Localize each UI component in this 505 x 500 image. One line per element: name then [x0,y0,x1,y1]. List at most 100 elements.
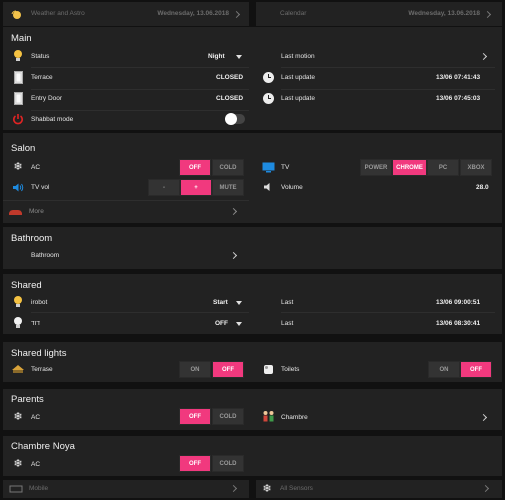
caret-down-icon [236,55,242,59]
last-update-label: Last update [281,95,315,102]
chevron-right-icon [483,10,492,19]
tv-xbox-button[interactable]: XBOX [460,159,492,176]
bulb-icon [11,49,25,63]
terrase-on-button[interactable]: ON [179,361,211,378]
tv-vol-label: TV vol [31,184,50,191]
ac-label: AC [31,461,41,468]
volume-up-button[interactable]: + [180,179,212,196]
tv-power-button[interactable]: POWER [360,159,392,176]
terrace-lamp-icon [9,362,27,376]
clock-icon [261,70,275,84]
ac-cold-button[interactable]: COLD [212,408,244,425]
toilets-label: Toilets [281,366,300,373]
irobot-label: irobot [31,299,48,306]
tv-label: TV [281,164,290,171]
volume-value: 28.0 [476,184,489,191]
shared-card: Shared irobot Start דוד OFF Last 13/06 0… [3,274,502,334]
caret-down-icon [236,322,242,326]
toilet-paper-icon [261,362,275,376]
ac-off-button[interactable]: OFF [179,408,211,425]
parents-card: Parents ❄ AC OFF COLD Chambre [3,389,502,430]
last-label: Last [281,299,294,306]
salon-title: Salon [11,143,36,154]
shared-lights-title: Shared lights [11,348,67,359]
salon-card: Salon ❄ AC OFF COLD TV vol - + MUTE TV P… [3,133,502,223]
last-update-label: Last update [281,74,315,81]
chevron-right-icon[interactable] [229,207,238,216]
caret-down-icon [236,301,242,305]
volume-label: Volume [281,184,303,191]
terrace-label: Terrace [31,74,53,81]
chambre-label[interactable]: Chambre [281,414,308,421]
chambre-noya-title: Chambre Noya [11,441,75,452]
door-icon [12,91,24,105]
main-title: Main [11,33,32,44]
shabbat-label: Shabbat mode [31,116,74,123]
terrase-label: Terrase [31,366,53,373]
bathroom-item[interactable]: Bathroom [31,252,59,259]
all-sensors-card[interactable]: ❄ All Sensors [256,480,502,498]
bathroom-card: Bathroom Bathroom [3,227,502,269]
boiler-select[interactable]: OFF [215,320,228,327]
calendar-card[interactable]: Calendar Wednesday, 13.06.2018 [256,2,502,26]
power-icon [11,112,25,126]
volume-icon [11,180,25,194]
snowflake-icon: ❄ [262,482,272,495]
last-label: Last [281,320,294,327]
chevron-right-icon [229,484,238,493]
chevron-right-icon[interactable] [229,251,238,260]
entry-door-status: CLOSED [216,95,244,102]
status-select[interactable]: Night [208,53,225,60]
tv-icon [261,160,275,174]
ac-cold-button[interactable]: COLD [212,159,244,176]
last-update-value: 13/06 07:41:43 [436,74,481,81]
ac-label: AC [31,414,41,421]
ac-label: AC [31,164,41,171]
mute-button[interactable]: MUTE [212,179,244,196]
chambre-noya-card: Chambre Noya ❄ AC OFF COLD [3,436,502,476]
toggle-knob [225,113,237,125]
tv-chrome-button[interactable]: CHROME [392,159,427,176]
irobot-select[interactable]: Start [213,299,228,306]
ac-cold-button[interactable]: COLD [212,455,244,472]
mobile-icon [9,483,23,495]
entry-door-label: Entry Door [31,95,63,102]
more-link[interactable]: More [29,208,44,215]
parents-title: Parents [11,394,44,405]
tv-pc-button[interactable]: PC [427,159,459,176]
terrace-status: CLOSED [216,74,244,81]
last-value: 13/06 08:30:41 [436,320,481,327]
snowflake-icon: ❄ [13,457,23,470]
all-sensors-link[interactable]: All Sensors [280,485,313,492]
chevron-right-icon [232,10,241,19]
calendar-title: Calendar [280,10,307,17]
bulb-icon [11,316,25,330]
boiler-label: דוד [31,320,40,327]
weather-card[interactable]: Weather and Astro Wednesday, 13.06.2018 [3,2,249,26]
terrase-off-button[interactable]: OFF [212,361,244,378]
chevron-right-icon[interactable] [479,52,488,61]
weather-date: Wednesday, 13.06.2018 [157,10,229,17]
weather-title: Weather and Astro [31,10,85,17]
couple-icon [260,409,276,423]
toilets-on-button[interactable]: ON [428,361,460,378]
chevron-right-icon[interactable] [479,413,488,422]
ac-off-button[interactable]: OFF [179,159,211,176]
volume-down-button[interactable]: - [148,179,180,196]
toilets-off-button[interactable]: OFF [460,361,492,378]
calendar-date: Wednesday, 13.06.2018 [408,10,480,17]
main-card: Main Status Night Terrace CLOSED Entry D… [3,27,502,130]
bulb-icon [11,295,25,309]
chevron-right-icon [481,484,490,493]
mobile-card[interactable]: Mobile [3,480,249,498]
ac-off-button[interactable]: OFF [179,455,211,472]
shared-title: Shared [11,280,42,291]
shabbat-toggle[interactable] [225,113,245,125]
mobile-link[interactable]: Mobile [29,485,48,492]
last-update-value: 13/06 07:45:03 [436,95,481,102]
snowflake-icon: ❄ [13,410,23,423]
clock-icon [261,91,275,105]
shared-lights-card: Shared lights Terrase ON OFF Toilets ON … [3,342,502,382]
speaker-icon [261,180,275,194]
last-motion-label: Last motion [281,53,315,60]
